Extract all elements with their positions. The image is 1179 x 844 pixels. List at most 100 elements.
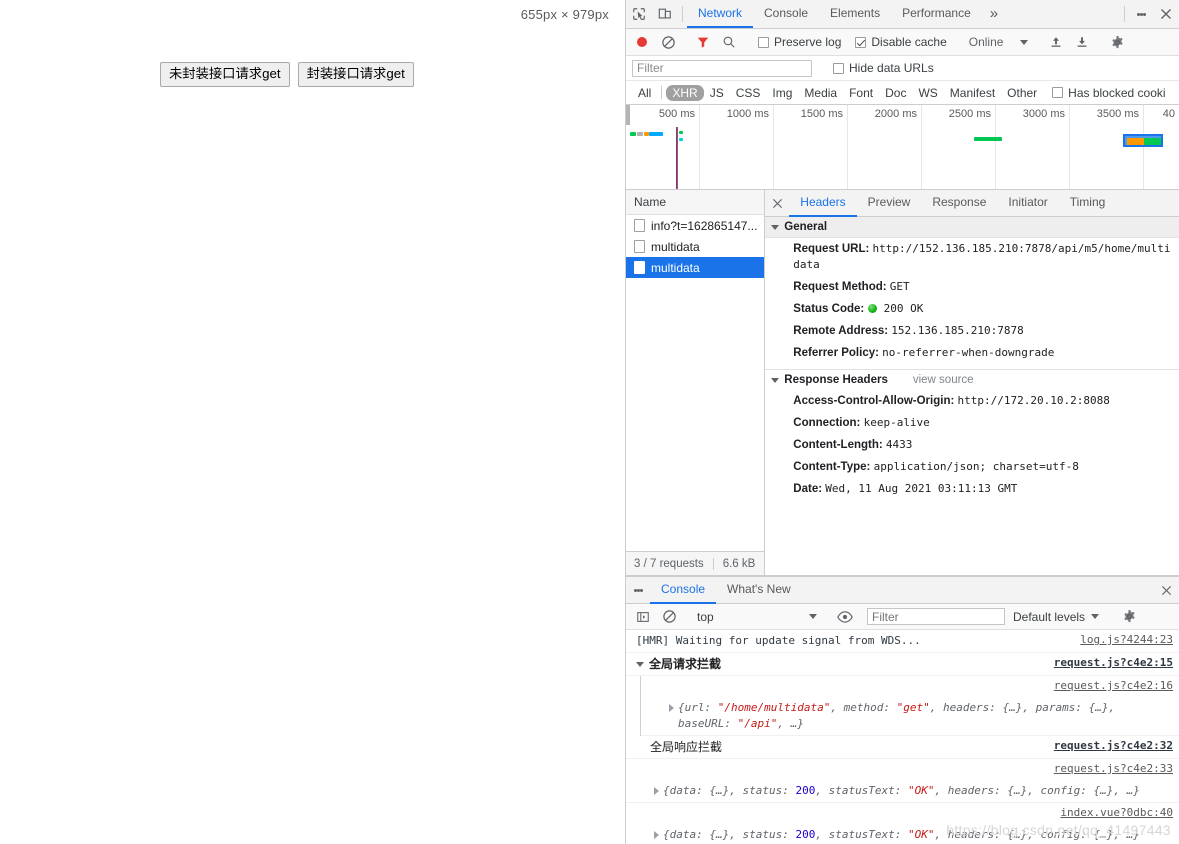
console-object[interactable]: {url: "/home/multidata", method: "get", …	[651, 700, 1173, 732]
has-blocked-cookies-checkbox[interactable]: Has blocked cooki	[1043, 86, 1172, 100]
drawer-tab-whats-new[interactable]: What's New	[716, 577, 802, 604]
type-filter-xhr[interactable]: XHR	[666, 84, 704, 101]
filter-button[interactable]	[690, 35, 716, 49]
live-expression-icon[interactable]	[832, 609, 858, 625]
console-message-source[interactable]: log.js?4244:23	[1080, 633, 1173, 646]
header-key: Access-Control-Allow-Origin:	[793, 395, 955, 407]
drawer-tabbar: Console What's New	[626, 577, 1179, 604]
type-filter-ws[interactable]: WS	[912, 85, 943, 101]
console-message-source[interactable]: request.js?c4e2:33	[1054, 762, 1173, 775]
header-key: Request Method:	[793, 281, 887, 293]
close-details-icon[interactable]	[765, 198, 789, 209]
wrapped-get-request-button[interactable]: 封装接口请求get	[297, 62, 414, 87]
type-filter-all[interactable]: All	[632, 85, 657, 101]
tab-response[interactable]: Response	[921, 190, 997, 217]
search-button[interactable]	[716, 35, 742, 49]
expand-arrow-icon[interactable]	[654, 831, 659, 839]
type-filter-media[interactable]: Media	[798, 85, 843, 101]
tab-initiator[interactable]: Initiator	[997, 190, 1058, 217]
console-message-group[interactable]: 全局响应拦截 request.js?c4e2:32	[626, 736, 1179, 759]
view-source-link[interactable]: view source	[913, 374, 974, 386]
requests-column-header[interactable]: Name	[626, 190, 765, 215]
console-message-source[interactable]: request.js?c4e2:32	[1054, 739, 1173, 752]
table-row[interactable]: multidata	[626, 236, 764, 257]
console-sidebar-icon[interactable]	[630, 610, 656, 624]
console-settings-icon[interactable]	[1116, 609, 1142, 624]
more-options-icon[interactable]	[1129, 0, 1153, 28]
table-row[interactable]: multidata	[626, 257, 765, 278]
console-message-source[interactable]: request.js?c4e2:15	[1054, 656, 1173, 669]
tab-network[interactable]: Network	[687, 0, 754, 28]
document-icon	[634, 219, 645, 232]
close-icon[interactable]	[1153, 0, 1179, 28]
throttling-value: Online	[968, 35, 1004, 49]
tab-console[interactable]: Console	[753, 0, 819, 28]
console-object[interactable]: {data: {…}, status: 200, statusText: "OK…	[636, 827, 1173, 843]
network-filter-input[interactable]	[632, 59, 812, 77]
drawer-tab-console[interactable]: Console	[650, 577, 717, 604]
throttling-select[interactable]: Online	[963, 35, 1035, 49]
header-row: Access-Control-Allow-Origin: http://172.…	[765, 390, 1179, 412]
overview-tick-label: 3500 ms	[1096, 108, 1139, 120]
tabbar-right-divider	[1124, 6, 1125, 22]
general-section-header[interactable]: General	[765, 217, 1179, 238]
console-object[interactable]: {data: {…}, status: 200, statusText: "OK…	[636, 783, 1173, 799]
header-key: Referrer Policy:	[793, 347, 879, 359]
console-filter-input[interactable]	[867, 608, 1005, 625]
response-headers-section-header[interactable]: Response Headers view source	[765, 369, 1179, 390]
drawer-more-options-icon[interactable]	[626, 587, 650, 593]
more-tabs-chevron-icon[interactable]: »	[982, 0, 1006, 28]
has-blocked-cookies-label: Has blocked cooki	[1068, 85, 1166, 100]
expand-arrow-icon[interactable]	[669, 704, 674, 712]
preserve-log-checkbox[interactable]: Preserve log	[751, 35, 848, 49]
overview-tick-label: 40	[1162, 108, 1175, 120]
expand-arrow-icon[interactable]	[654, 787, 659, 795]
preserve-log-label: Preserve log	[774, 35, 842, 49]
console-message-source[interactable]: index.vue?0dbc:40	[1060, 806, 1173, 819]
device-toolbar-icon[interactable]	[652, 0, 678, 28]
import-har-icon[interactable]	[1043, 35, 1069, 49]
unwrapped-get-request-button[interactable]: 未封装接口请求get	[160, 62, 290, 87]
network-overview-timeline[interactable]: 500 ms 1000 ms 1500 ms 2000 ms 2500 ms 3…	[626, 105, 1179, 190]
close-drawer-icon[interactable]	[1153, 585, 1179, 596]
table-row[interactable]: info?t=162865147...	[626, 215, 764, 236]
clear-button[interactable]	[655, 35, 681, 50]
type-filter-other[interactable]: Other	[1001, 85, 1043, 101]
app-root: 655px × 979px 未封装接口请求get 封装接口请求get Netwo…	[0, 0, 1179, 844]
console-context-select[interactable]: top	[691, 610, 823, 624]
type-filter-img[interactable]: Img	[766, 85, 798, 101]
hide-data-urls-checkbox[interactable]: Hide data URLs	[826, 61, 941, 75]
console-message: index.vue?0dbc:40 {data: {…}, status: 20…	[626, 803, 1179, 844]
chevron-down-icon	[771, 224, 780, 230]
header-row: Request URL: http://152.136.185.210:7878…	[765, 238, 1179, 276]
overview-tick-label: 1000 ms	[726, 108, 769, 120]
tab-headers[interactable]: Headers	[789, 190, 857, 217]
viewport-dimension-badge: 655px × 979px	[520, 7, 609, 22]
type-filter-js[interactable]: JS	[704, 85, 730, 101]
type-filter-css[interactable]: CSS	[730, 85, 767, 101]
record-button[interactable]	[629, 34, 655, 50]
disable-cache-checkbox[interactable]: Disable cache	[848, 35, 953, 49]
inspect-element-icon[interactable]	[626, 0, 652, 28]
export-har-icon[interactable]	[1069, 35, 1095, 49]
tab-elements[interactable]: Elements	[819, 0, 891, 28]
tab-timing[interactable]: Timing	[1059, 190, 1117, 217]
tab-preview[interactable]: Preview	[857, 190, 922, 217]
type-filter-doc[interactable]: Doc	[879, 85, 912, 101]
header-value: application/json; charset=utf-8	[873, 460, 1079, 473]
settings-icon[interactable]	[1104, 35, 1130, 50]
type-filter-manifest[interactable]: Manifest	[944, 85, 1001, 101]
console-levels-select[interactable]: Default levels	[1005, 610, 1107, 624]
type-filter-font[interactable]: Font	[843, 85, 879, 101]
header-row: Connection: keep-alive	[765, 412, 1179, 434]
tab-performance[interactable]: Performance	[891, 0, 982, 28]
clear-console-icon[interactable]	[656, 609, 682, 624]
overview-ticks: 500 ms 1000 ms 1500 ms 2000 ms 2500 ms 3…	[626, 105, 1179, 189]
header-row: Referrer Policy: no-referrer-when-downgr…	[765, 342, 1179, 369]
console-object-text: {data: {…}, status: 200, statusText: "OK…	[663, 828, 1140, 841]
chevron-down-icon	[809, 614, 817, 619]
console-message-group[interactable]: 全局请求拦截 request.js?c4e2:15	[626, 653, 1179, 676]
console-messages: [HMR] Waiting for update signal from WDS…	[626, 630, 1179, 844]
chevron-down-icon[interactable]	[636, 661, 644, 667]
console-message-source[interactable]: request.js?c4e2:16	[1054, 679, 1173, 692]
